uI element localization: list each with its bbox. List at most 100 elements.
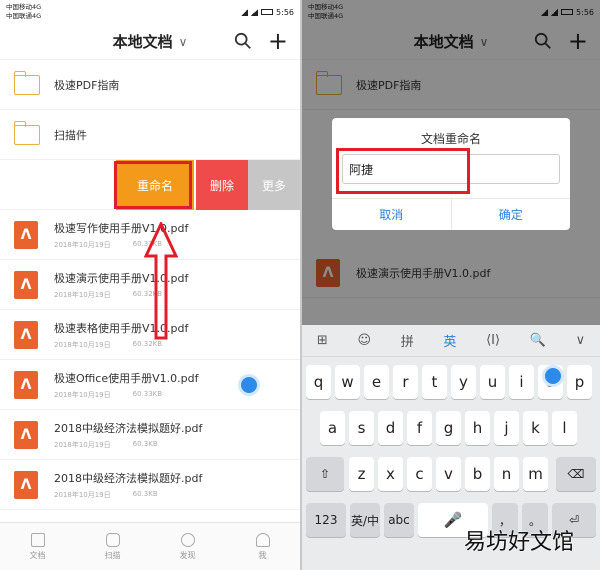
key[interactable]: l: [552, 411, 577, 445]
cancel-button[interactable]: 取消: [332, 199, 451, 230]
key[interactable]: a: [320, 411, 345, 445]
camera-icon: [105, 532, 120, 547]
bottom-tab-bar: 文档 扫描 发现 我: [0, 522, 300, 570]
chevron-down-icon[interactable]: ∨: [179, 35, 188, 49]
pdf-icon: ᐱ: [14, 370, 38, 399]
key[interactable]: c: [407, 457, 432, 491]
file-size: 60.32KB: [132, 339, 163, 348]
floating-assist-button[interactable]: [238, 374, 260, 396]
key[interactable]: d: [378, 411, 403, 445]
signal-icon: [251, 8, 259, 16]
carrier-1: 中国移动4G: [6, 3, 42, 11]
key[interactable]: x: [378, 457, 403, 491]
abc-key[interactable]: abc: [384, 503, 414, 537]
tab-discover[interactable]: 发现: [150, 523, 225, 570]
key[interactable]: y: [451, 365, 476, 399]
keyboard-toolbar: ⊞ ☺ 拼 英 ⟨I⟩ 🔍 ∨: [302, 325, 600, 357]
file-date: 2018年10月19日: [54, 340, 111, 349]
status-bar: 中国移动4G 中国联通4G 5:56: [0, 0, 300, 24]
pdf-icon: ᐱ: [14, 420, 38, 449]
app-header: 本地文档 ∨ +: [0, 24, 300, 60]
key[interactable]: w: [335, 365, 360, 399]
battery-icon: [261, 9, 274, 15]
key[interactable]: u: [480, 365, 505, 399]
pdf-icon: ᐱ: [14, 320, 38, 349]
file-size: 60.33KB: [132, 389, 163, 398]
delete-button[interactable]: 删除: [196, 160, 248, 210]
pdf-icon: ᐱ: [14, 220, 38, 249]
english-mode[interactable]: 英: [443, 331, 456, 350]
signal-icon: [241, 8, 249, 16]
confirm-button[interactable]: 确定: [450, 199, 571, 230]
folder-row[interactable]: 极速PDF指南: [0, 60, 300, 110]
folder-icon: [13, 120, 40, 145]
search-icon[interactable]: [234, 32, 252, 50]
right-screen: 中国移动4G 中国联通4G 5:56 本地文档 ∨ + 极速PDF指南 ᐱ 极速…: [300, 0, 600, 570]
numeric-key[interactable]: 123: [306, 503, 346, 537]
user-icon: [255, 532, 270, 547]
search-icon[interactable]: 🔍: [530, 333, 546, 348]
key-row-2: a s d f g h j k l: [302, 407, 600, 447]
red-arrow-annotation: [144, 222, 178, 340]
carrier-2: 中国联通4G: [6, 12, 42, 20]
highlight-box: [336, 148, 470, 194]
swiped-row: 重命名 删除 更多: [0, 160, 300, 210]
dialog-title: 文档重命名: [420, 132, 481, 146]
backspace-key[interactable]: ⌫: [556, 457, 596, 491]
file-size: 60.3KB: [132, 489, 158, 498]
key[interactable]: f: [407, 411, 432, 445]
folder-row[interactable]: 扫描件: [0, 110, 300, 160]
folder-name: 扫描件: [54, 128, 87, 142]
more-button[interactable]: 更多: [248, 160, 300, 210]
tab-documents[interactable]: 文档: [0, 523, 75, 570]
compass-icon: [180, 532, 195, 547]
key[interactable]: t: [422, 365, 447, 399]
folder-icon: [13, 70, 40, 95]
key[interactable]: h: [465, 411, 490, 445]
language-switch-key[interactable]: 英/中: [350, 503, 380, 537]
collapse-keyboard-icon[interactable]: ∨: [576, 333, 586, 348]
file-row[interactable]: ᐱ 极速Office使用手册V1.0.pdf 2018年10月19日 60.33K…: [0, 360, 300, 410]
tab-me[interactable]: 我: [225, 523, 300, 570]
file-date: 2018年10月19日: [54, 490, 111, 499]
pinyin-mode[interactable]: 拼: [401, 331, 414, 350]
tab-scan[interactable]: 扫描: [75, 523, 150, 570]
page-title[interactable]: 本地文档: [113, 31, 173, 52]
key[interactable]: q: [306, 365, 331, 399]
grid-icon[interactable]: ⊞: [317, 333, 328, 348]
key[interactable]: j: [494, 411, 519, 445]
file-date: 2018年10月19日: [54, 290, 111, 299]
document-icon: [30, 532, 45, 547]
emoji-icon[interactable]: ☺: [357, 333, 371, 348]
highlight-box: [114, 161, 192, 209]
key[interactable]: p: [567, 365, 592, 399]
key[interactable]: m: [523, 457, 548, 491]
file-row[interactable]: ᐱ 2018中级经济法模拟题好.pdf 2018年10月19日 60.3KB: [0, 460, 300, 510]
file-name: 2018中级经济法模拟题好.pdf: [54, 471, 203, 485]
file-date: 2018年10月19日: [54, 240, 111, 249]
watermark: 易坊好文馆: [463, 530, 574, 555]
floating-assist-button[interactable]: [542, 365, 564, 387]
pdf-icon: ᐱ: [14, 470, 38, 499]
key[interactable]: s: [349, 411, 374, 445]
key[interactable]: n: [494, 457, 519, 491]
file-row[interactable]: ᐱ 2018中级经济法模拟题好.pdf 2018年10月19日 60.3KB: [0, 410, 300, 460]
cursor-icon[interactable]: ⟨I⟩: [486, 333, 500, 348]
add-icon[interactable]: +: [268, 26, 288, 56]
key[interactable]: i: [509, 365, 534, 399]
pdf-icon: ᐱ: [14, 270, 38, 299]
file-name: 极速Office使用手册V1.0.pdf: [54, 371, 199, 385]
key[interactable]: e: [364, 365, 389, 399]
key[interactable]: g: [436, 411, 461, 445]
key[interactable]: b: [465, 457, 490, 491]
shift-key[interactable]: ⇧: [306, 457, 344, 491]
key[interactable]: v: [436, 457, 461, 491]
folder-name: 极速PDF指南: [54, 78, 120, 92]
clock: 5:56: [276, 7, 294, 17]
key[interactable]: r: [393, 365, 418, 399]
file-size: 60.3KB: [132, 439, 158, 448]
file-date: 2018年10月19日: [54, 390, 111, 399]
key[interactable]: k: [523, 411, 548, 445]
key[interactable]: z: [349, 457, 374, 491]
left-screen: 中国移动4G 中国联通4G 5:56 本地文档 ∨ + 极速PDF指南 扫描件 …: [0, 0, 300, 570]
